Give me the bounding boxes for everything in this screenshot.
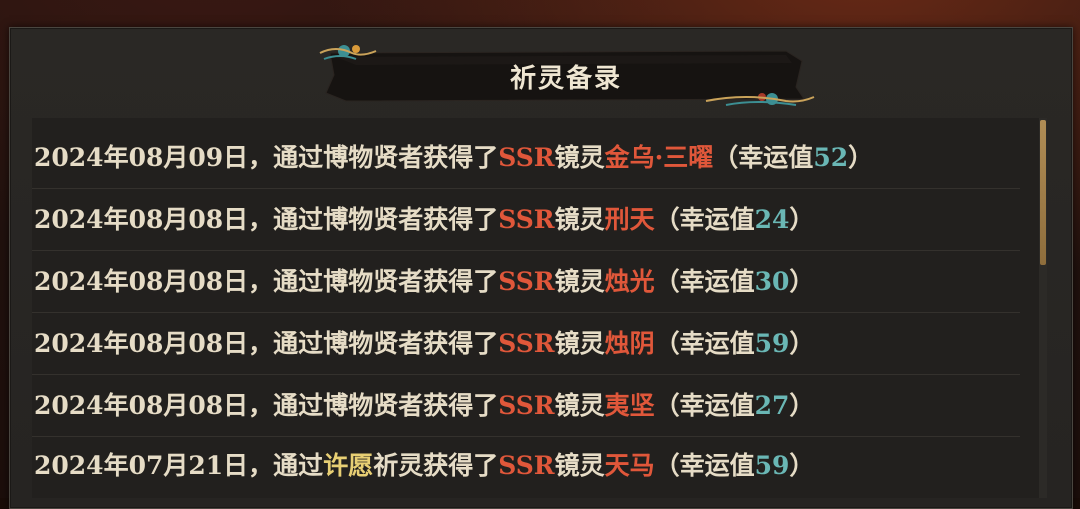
dialog-title: 祈灵备录	[509, 64, 622, 94]
scrollbar-thumb[interactable]	[1040, 120, 1046, 265]
record-prefix: 通过	[273, 143, 324, 172]
luck-suffix: ）	[789, 451, 815, 480]
luck-prefix: （幸运值	[654, 205, 755, 234]
record-list[interactable]: 2024年08月09日，通过博物贤者获得了SSR镜灵金乌·三曜（幸运值52） 2…	[32, 118, 1044, 498]
record-date: 2024年08月08日，	[34, 391, 274, 420]
luck-prefix: （幸运值	[713, 143, 814, 172]
list-item: 2024年07月21日，通过许愿祈灵获得了SSR镜灵天马（幸运值59）	[32, 436, 1020, 496]
record-date: 2024年07月21日，	[34, 451, 274, 480]
spirit-name: 天马	[604, 451, 655, 480]
record-kind: 镜灵	[554, 143, 605, 172]
record-suffix: 获得了	[423, 391, 499, 420]
list-item: 2024年08月08日，通过博物贤者获得了SSR镜灵烛阴（幸运值59）	[32, 314, 1020, 375]
spirit-name: 烛阴	[604, 329, 655, 358]
spirit-name: 刑天	[604, 205, 655, 234]
luck-prefix: （幸运值	[654, 267, 755, 296]
record-kind: 镜灵	[554, 451, 605, 480]
luck-suffix: ）	[789, 205, 815, 234]
rarity-label: SSR	[498, 143, 555, 172]
record-prefix: 通过	[273, 391, 324, 420]
record-kind: 镜灵	[554, 391, 605, 420]
record-source: 博物贤者	[323, 391, 424, 420]
record-source: 博物贤者	[323, 329, 424, 358]
record-date: 2024年08月08日，	[34, 329, 274, 358]
luck-suffix: ）	[789, 391, 815, 420]
record-source-tail: 祈灵	[373, 451, 424, 480]
luck-value: 52	[813, 143, 849, 172]
record-date: 2024年08月08日，	[34, 205, 274, 234]
record-suffix: 获得了	[423, 329, 499, 358]
title-banner: 祈灵备录	[316, 43, 816, 109]
record-suffix: 获得了	[423, 267, 499, 296]
rarity-label: SSR	[498, 391, 555, 420]
record-prefix: 通过	[273, 451, 324, 480]
list-item: 2024年08月09日，通过博物贤者获得了SSR镜灵金乌·三曜（幸运值52）	[32, 128, 1020, 189]
luck-value: 30	[754, 267, 790, 296]
luck-value: 24	[754, 205, 790, 234]
spirit-name: 夷坚	[604, 391, 655, 420]
luck-value: 27	[754, 391, 790, 420]
rarity-label: SSR	[498, 329, 555, 358]
record-source: 博物贤者	[323, 143, 424, 172]
record-kind: 镜灵	[554, 267, 605, 296]
rarity-label: SSR	[498, 205, 555, 234]
spirit-name: 烛光	[604, 267, 655, 296]
record-source: 博物贤者	[323, 267, 424, 296]
luck-prefix: （幸运值	[654, 329, 755, 358]
record-kind: 镜灵	[554, 205, 605, 234]
rarity-label: SSR	[498, 267, 555, 296]
record-date: 2024年08月08日，	[34, 267, 274, 296]
record-prefix: 通过	[273, 267, 324, 296]
luck-prefix: （幸运值	[654, 391, 755, 420]
record-source-highlight: 许愿	[323, 451, 374, 480]
luck-suffix: ）	[848, 143, 874, 172]
record-prefix: 通过	[273, 329, 324, 358]
record-source: 博物贤者	[323, 205, 424, 234]
record-suffix: 获得了	[423, 205, 499, 234]
record-prefix: 通过	[273, 205, 324, 234]
record-date: 2024年08月09日，	[34, 143, 274, 172]
rarity-label: SSR	[498, 451, 555, 480]
list-item: 2024年08月08日，通过博物贤者获得了SSR镜灵刑天（幸运值24）	[32, 190, 1020, 251]
luck-prefix: （幸运值	[654, 451, 755, 480]
luck-value: 59	[754, 329, 790, 358]
spirit-name: 金乌·三曜	[604, 143, 714, 172]
record-suffix: 获得了	[423, 143, 499, 172]
record-suffix: 获得了	[423, 451, 499, 480]
luck-value: 59	[754, 451, 790, 480]
list-item: 2024年08月08日，通过博物贤者获得了SSR镜灵烛光（幸运值30）	[32, 252, 1020, 313]
record-kind: 镜灵	[554, 329, 605, 358]
luck-suffix: ）	[789, 329, 815, 358]
luck-suffix: ）	[789, 267, 815, 296]
list-item: 2024年08月08日，通过博物贤者获得了SSR镜灵夷坚（幸运值27）	[32, 376, 1020, 437]
